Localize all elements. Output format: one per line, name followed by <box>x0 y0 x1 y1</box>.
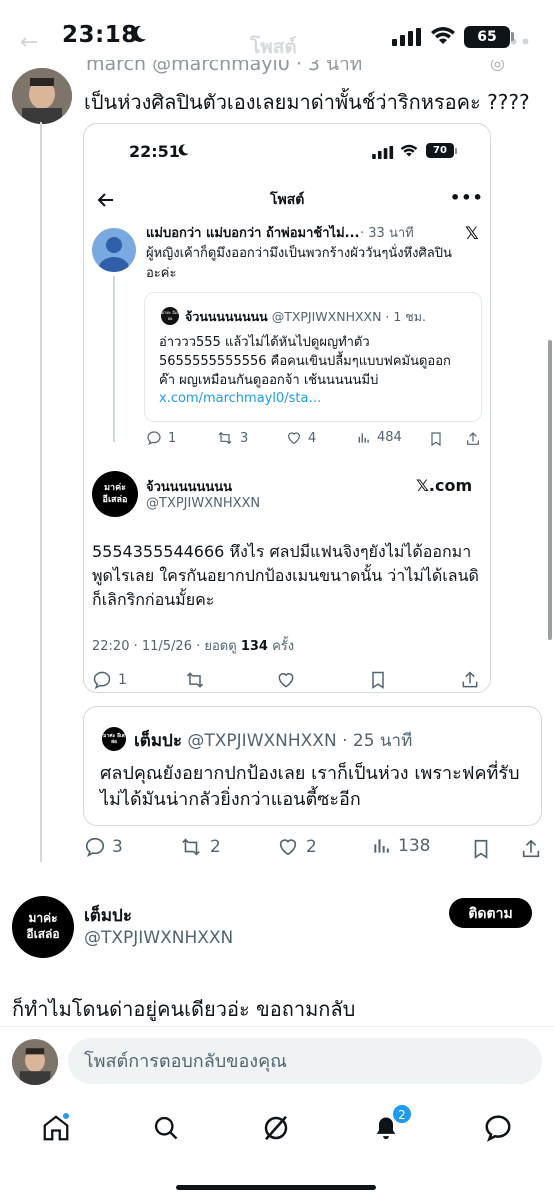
share-icon <box>462 671 478 688</box>
screenshot-title: โพสต์ <box>270 192 305 208</box>
battery-icon: 70 <box>426 143 454 158</box>
views-button[interactable]: 138 <box>372 836 430 856</box>
parent-tweet-text: เป็นห่วงศิลปินตัวเองเลยมาด่าพั้นช์ว่าริก… <box>84 90 530 114</box>
like-button[interactable]: 2 <box>276 836 317 858</box>
moon-icon <box>178 144 189 156</box>
avatar[interactable]: มาค่ะ อีเสล่อ <box>12 896 74 958</box>
reply-composer <box>0 1026 554 1100</box>
reply-input[interactable] <box>68 1038 542 1084</box>
avatar <box>12 1039 58 1085</box>
scrollbar[interactable] <box>548 340 552 640</box>
thread-line <box>40 122 42 862</box>
status-time: 23:18 <box>62 22 138 48</box>
reply-text: ผู้หญิงเค้าก็ดูมึงออกว่ามึงเป็นพวกร้างผั… <box>146 246 452 281</box>
chat-icon <box>485 1115 511 1142</box>
avatar: มาค่ะ อีเสล่อ <box>161 307 179 325</box>
avatar: มาค่ะ อีเสล่อ <box>102 727 126 751</box>
notifications-badge: 2 <box>392 1104 412 1124</box>
battery-icon: 65 <box>464 26 510 48</box>
back-arrow-icon <box>97 193 113 207</box>
unread-dot <box>62 1112 70 1120</box>
wifi-icon <box>431 27 455 44</box>
heart-icon <box>279 839 297 856</box>
post-body: 5554355544666 หึงไร ศลปมีแฟนจิงๆยังไม่ได… <box>92 542 479 609</box>
follow-button[interactable]: ติดตาม <box>449 898 532 928</box>
reply-icon <box>147 431 161 446</box>
default-avatar <box>92 228 136 272</box>
avatar: มาค่ะ อีเสล่อ <box>92 471 138 517</box>
tab-grok[interactable] <box>256 1108 296 1148</box>
back-arrow-icon[interactable]: ← <box>20 30 38 55</box>
author-name[interactable]: เต็มปะ <box>84 902 132 929</box>
tab-bar: 2 <box>0 1100 554 1200</box>
reply-icon <box>93 671 111 690</box>
heart-icon <box>278 673 294 688</box>
cellular-signal-icon <box>392 28 421 46</box>
reply-button[interactable]: 3 <box>84 836 123 858</box>
thread-line <box>113 276 115 442</box>
reply-icon <box>85 837 105 857</box>
reply-author-name: แม่บอกว่า แม่บอกว่า ถ้าพ่อมาช้าไม่... <box>146 226 360 241</box>
parent-author-cut: march @marchmayl0 · 3 นาที <box>86 60 363 74</box>
author-name: จ้วนนนนนนนน <box>146 480 233 495</box>
quoted-author: เต็มปะ @TXPJIWXNHXXN · 25 นาที <box>134 731 413 751</box>
views-icon <box>374 839 389 853</box>
quoted-author: จ้วนนนนนนนน @TXPJIWXNHXXN · 1 ชม. <box>185 309 426 324</box>
quoted-post-card[interactable]: มาค่ะ อีเสล่อ เต็มปะ @TXPJIWXNHXXN · 25 … <box>83 706 542 826</box>
bookmark-icon <box>372 671 384 689</box>
bookmark-icon[interactable] <box>470 838 492 860</box>
xcom-logo: 𝕏.com <box>416 476 473 495</box>
grok-icon <box>264 1115 288 1141</box>
x-logo-icon: 𝕏 <box>465 224 479 244</box>
battery-tip <box>455 148 457 154</box>
header-title: โพสต์ <box>250 36 297 58</box>
reply-count: 1 <box>146 430 176 446</box>
wifi-icon <box>400 144 418 157</box>
views-icon <box>358 432 369 443</box>
search-icon <box>154 1116 178 1140</box>
moon-icon <box>131 25 146 42</box>
battery-tip <box>511 32 514 41</box>
tab-search[interactable] <box>146 1108 186 1148</box>
main-tweet-text: ก็ทำไมโดนด่าอยู่คนเดียวอ่ะ ขอถามกลับ <box>12 997 356 1021</box>
author-handle: @TXPJIWXNHXXN <box>146 496 261 511</box>
like-count: 4 <box>286 430 316 446</box>
home-indicator <box>176 1185 376 1190</box>
retweet-icon <box>182 838 200 856</box>
retweet-count: 3 <box>216 430 248 446</box>
heart-icon <box>288 432 300 445</box>
author-handle[interactable]: @TXPJIWXNHXXN <box>84 928 233 948</box>
avatar[interactable] <box>12 68 72 124</box>
bookmark-icon <box>431 432 441 447</box>
tab-messages[interactable] <box>478 1108 518 1148</box>
reply-count: 1 <box>92 670 127 690</box>
tab-home[interactable] <box>36 1108 76 1148</box>
reply-time: · 33 นาที <box>360 226 414 241</box>
cellular-signal-icon <box>372 146 394 159</box>
attached-screenshot[interactable]: 22:51 70 โพสต์ ••• แม่บอกว่า แม่บอกว่า ถ… <box>83 123 491 693</box>
share-icon <box>467 432 479 445</box>
quoted-link: x.com/marchmayl0/sta… <box>159 391 322 406</box>
post-meta: 22:20 · 11/5/26 · ยอดดู 134 ครั้ง <box>92 639 295 654</box>
quoted-post: มาค่ะ อีเสล่อ จ้วนนนนนนนน @TXPJIWXNHXXN … <box>144 292 482 422</box>
view-count: 484 <box>357 430 402 445</box>
quoted-text: ศลปคุณยังอยากปกป้องเลย เราก็เป็นห่วง เพร… <box>100 763 520 810</box>
screenshot-status-time: 22:51 <box>129 142 180 161</box>
more-icon: ••• <box>450 188 484 207</box>
retweet-icon <box>218 431 232 445</box>
retweet-icon <box>186 672 204 688</box>
share-icon[interactable] <box>520 838 542 860</box>
retweet-button[interactable]: 2 <box>178 836 221 858</box>
quoted-text: อ่าววว555 แล้วไม่ได้หันไปดูผญทำตัว 56555… <box>159 335 451 388</box>
grok-icon[interactable]: ◎ <box>490 60 505 74</box>
